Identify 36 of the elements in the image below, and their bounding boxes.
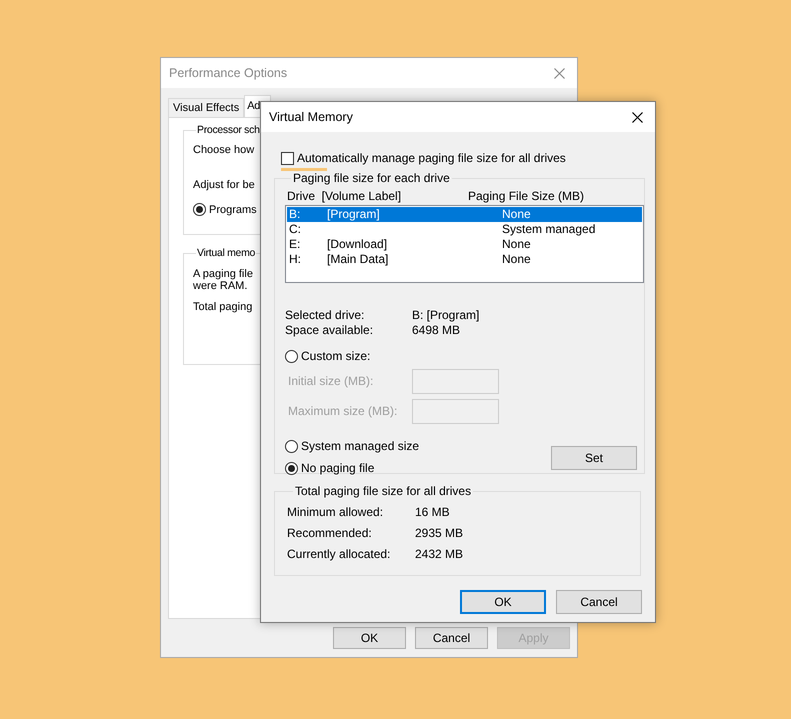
window-title: Performance Options — [169, 66, 288, 80]
info-value: 2432 MB — [415, 546, 464, 563]
info-value: 2935 MB — [415, 525, 464, 542]
field-label: Initial size (MB): — [288, 374, 374, 388]
column-header: Paging File Size (MB) — [468, 189, 584, 203]
info-label: Currently allocated: — [287, 546, 392, 563]
info-value: B: [Program] — [412, 308, 480, 323]
description-text: Choose how — [193, 144, 254, 156]
table-cell-text: [Program] — [327, 207, 381, 222]
info-label: Recommended: — [287, 525, 373, 542]
table-cell-text: [Download] — [327, 237, 388, 252]
table-cell-text: B: — [288, 207, 302, 222]
info-label: Selected drive: — [285, 308, 366, 323]
group-title: Virtual memo — [196, 247, 256, 259]
table-cell-text: E: — [288, 237, 302, 252]
info-label: Space available: — [285, 323, 374, 338]
table-cell-text: C: — [288, 222, 302, 237]
table-cell: System managed — [502, 222, 596, 237]
table-cell-text: H: — [288, 252, 302, 267]
table-cell-text: [Main Data] — [327, 252, 390, 267]
info-value: 6498 MB — [412, 323, 460, 338]
description-text: Total paging — [193, 301, 252, 313]
table-cell: None — [502, 252, 531, 267]
info-value: 16 MB — [415, 504, 450, 521]
column-header: Drive [Volume Label] — [286, 189, 402, 203]
group-title: Processor sch — [196, 124, 261, 136]
table-cell: None — [502, 237, 531, 252]
info-label: Minimum allowed: — [287, 504, 384, 521]
table-cell: None — [502, 207, 531, 222]
group-title: Paging file size for each drive — [292, 171, 451, 185]
description-text: were RAM. — [193, 280, 248, 292]
window-title: Virtual Memory — [269, 110, 353, 124]
group-title: Total paging file size for all drives — [294, 484, 472, 498]
field-label: Maximum size (MB): — [288, 404, 398, 418]
description-text: A paging file — [193, 268, 253, 280]
description-text: Adjust for be — [193, 179, 255, 191]
